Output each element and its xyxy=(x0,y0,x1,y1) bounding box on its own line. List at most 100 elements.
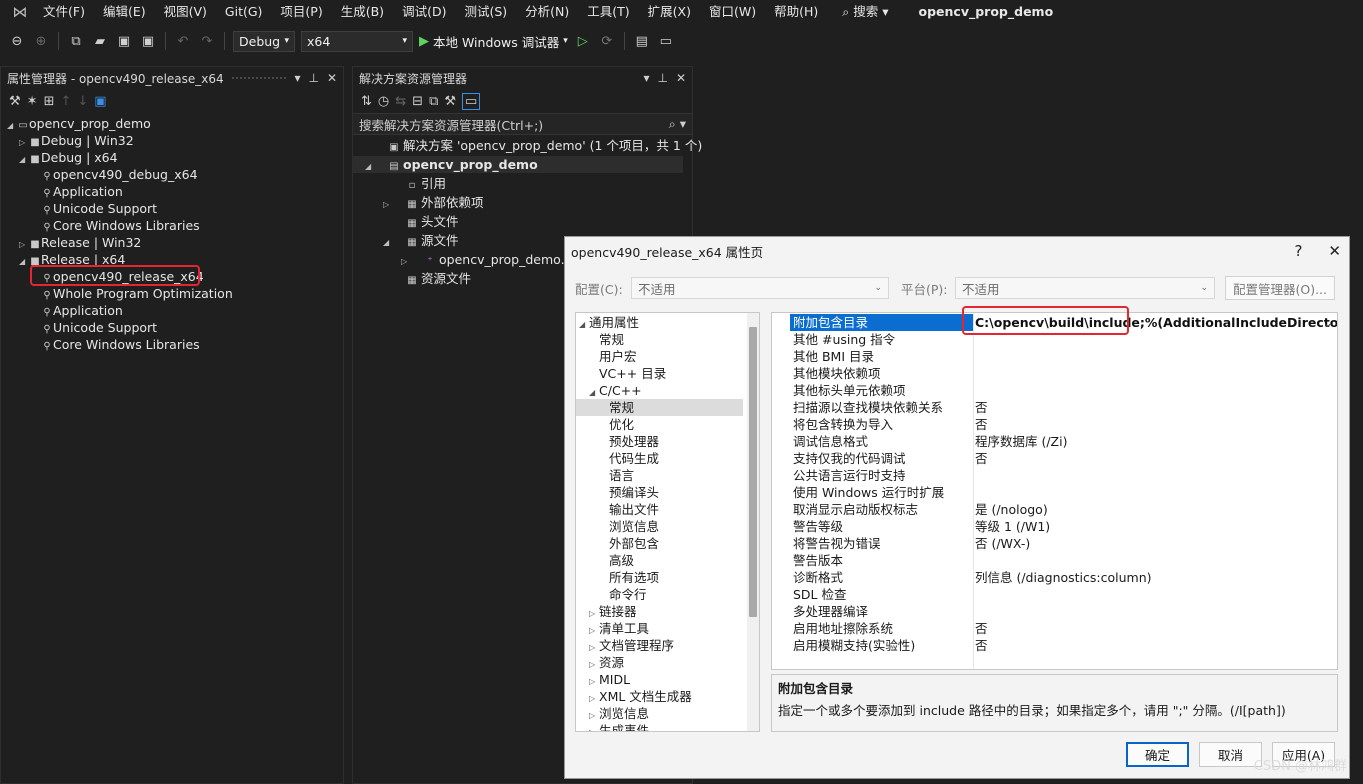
undo-icon[interactable]: ↶ xyxy=(174,32,192,50)
close-icon[interactable]: ✕ xyxy=(676,71,686,85)
hot-reload-icon[interactable]: ⟳ xyxy=(598,32,616,50)
category-item[interactable]: 预编译头 xyxy=(576,484,743,501)
category-item[interactable]: 命令行 xyxy=(576,586,743,603)
solution-tree-item[interactable]: ▷ ▦ 外部依赖项 xyxy=(383,194,484,211)
property-value[interactable]: 是 (/nologo) xyxy=(975,501,1048,518)
add-new-property-sheet-icon[interactable]: ✶ xyxy=(27,94,38,109)
start-without-debugging-icon[interactable]: ▷ xyxy=(574,32,592,50)
tree-item[interactable]: ◢ ■Debug | x64 xyxy=(19,149,118,166)
property-row[interactable]: 支持仅我的代码调试 否 xyxy=(772,450,1337,467)
menu-item[interactable]: Git(G) xyxy=(216,0,272,24)
expander-icon[interactable]: ◢ xyxy=(19,151,29,168)
tree-item[interactable]: ▷ ■Debug | Win32 xyxy=(19,132,134,149)
solution-tree-item[interactable]: ▣ 解决方案 'opencv_prop_demo' (1 个项目，共 1 个) xyxy=(365,137,702,154)
switch-views-icon[interactable]: ⇅ xyxy=(361,94,372,109)
tree-item[interactable]: ⚲ Unicode Support xyxy=(31,319,157,336)
property-row[interactable]: 警告版本 xyxy=(772,552,1337,569)
property-row[interactable]: 启用模糊支持(实验性) 否 xyxy=(772,637,1337,654)
menu-item[interactable]: 测试(S) xyxy=(455,0,516,24)
platform-select[interactable]: 不适用 ⌄ xyxy=(955,277,1215,299)
menu-item[interactable]: 文件(F) xyxy=(34,0,94,24)
save-all-icon[interactable]: ▣ xyxy=(139,32,157,50)
property-row[interactable]: 将警告视为错误 否 (/WX-) xyxy=(772,535,1337,552)
start-debugging-button[interactable]: ▶ 本地 Windows 调试器 ▾ xyxy=(419,32,568,51)
expander-icon[interactable]: ▷ xyxy=(589,724,599,731)
menu-item[interactable]: 窗口(W) xyxy=(700,0,765,24)
menu-item[interactable]: 帮助(H) xyxy=(765,0,827,24)
property-row[interactable]: SDL 检查 xyxy=(772,586,1337,603)
tree-item[interactable]: ⚲ opencv490_debug_x64 xyxy=(31,166,197,183)
tree-item[interactable]: ⚲ Application xyxy=(31,183,123,200)
visual-studio-logo-icon[interactable]: ⋈ xyxy=(6,0,34,24)
chevron-down-icon[interactable]: ⌄ xyxy=(1323,314,1333,331)
expander-icon[interactable]: ◢ xyxy=(383,234,403,251)
category-item[interactable]: 代码生成 xyxy=(576,450,743,467)
move-up-icon[interactable]: ↑ xyxy=(60,94,71,109)
configuration-combo[interactable]: Debug ▾ xyxy=(233,30,295,52)
category-item[interactable]: 外部包含 xyxy=(576,535,743,552)
expander-icon[interactable]: ▷ xyxy=(383,196,403,213)
property-row[interactable]: 调试信息格式 程序数据库 (/Zi) xyxy=(772,433,1337,450)
property-value[interactable]: 否 xyxy=(975,620,988,637)
cancel-button[interactable]: 取消 xyxy=(1199,742,1262,767)
expander-icon[interactable]: ◢ xyxy=(19,253,29,270)
ok-button[interactable]: 确定 xyxy=(1126,742,1189,767)
property-value[interactable]: 否 xyxy=(975,637,988,654)
close-icon[interactable]: ✕ xyxy=(327,71,337,85)
solution-explorer-icon[interactable]: ▤ xyxy=(633,32,651,50)
solution-tree-item[interactable]: ▦ 头文件 xyxy=(383,213,458,230)
property-value[interactable]: 列信息 (/diagnostics:column) xyxy=(975,569,1152,586)
category-item[interactable]: 常规 xyxy=(576,399,743,416)
category-item[interactable]: ▷ 资源 xyxy=(576,654,743,671)
category-item[interactable]: ▷ XML 文档生成器 xyxy=(576,688,743,705)
category-scrollbar[interactable] xyxy=(747,313,759,731)
dropdown-icon[interactable]: ▾ xyxy=(643,71,649,85)
property-value[interactable]: 等级 1 (/W1) xyxy=(975,518,1050,535)
solution-tree-item[interactable]: ▦ 资源文件 xyxy=(383,270,471,287)
property-value[interactable]: 否 xyxy=(975,399,988,416)
close-icon[interactable]: ✕ xyxy=(1328,242,1341,260)
solution-tree-item[interactable]: ◢ ▤ opencv_prop_demo xyxy=(353,156,683,173)
expander-icon[interactable]: ▷ xyxy=(401,253,421,270)
menu-item[interactable]: 工具(T) xyxy=(578,0,638,24)
category-item[interactable]: 用户宏 xyxy=(576,348,743,365)
property-row[interactable]: 其他 BMI 目录 xyxy=(772,348,1337,365)
property-value[interactable]: 程序数据库 (/Zi) xyxy=(975,433,1067,450)
property-row[interactable]: 多处理器编译 xyxy=(772,603,1337,620)
platform-combo[interactable]: x64 ▾ xyxy=(301,30,413,52)
help-button[interactable]: ? xyxy=(1294,242,1302,260)
history-icon[interactable]: ◷ xyxy=(378,94,389,109)
tree-item[interactable]: ◢ ▭opencv_prop_demo xyxy=(7,115,151,132)
solution-tree-item[interactable]: ▷ ⁺ opencv_prop_demo.c xyxy=(401,251,571,268)
category-item[interactable]: 语言 xyxy=(576,467,743,484)
pin-icon[interactable]: ⊥ xyxy=(657,71,667,85)
save-icon[interactable]: ▣ xyxy=(115,32,133,50)
menu-item[interactable]: 扩展(X) xyxy=(639,0,700,24)
dropdown-icon[interactable]: ▾ xyxy=(294,71,300,85)
menu-item[interactable]: 分析(N) xyxy=(516,0,578,24)
property-row[interactable]: 启用地址擦除系统 否 xyxy=(772,620,1337,637)
new-project-icon[interactable]: ⧉ xyxy=(67,32,85,50)
category-item[interactable]: 预处理器 xyxy=(576,433,743,450)
collapse-all-icon[interactable]: ⊟ xyxy=(412,94,423,109)
menu-item[interactable]: 项目(P) xyxy=(271,0,331,24)
menu-item[interactable]: 编辑(E) xyxy=(94,0,155,24)
category-item[interactable]: VC++ 目录 xyxy=(576,365,743,382)
category-item[interactable]: ▷ MIDL xyxy=(576,671,743,688)
solution-search-input[interactable]: 搜索解决方案资源管理器(Ctrl+;) ⌕ ▾ xyxy=(353,113,692,135)
solution-tree-item[interactable]: ▫ 引用 xyxy=(383,175,446,192)
redo-icon[interactable]: ↷ xyxy=(198,32,216,50)
sync-icon[interactable]: ⇆ xyxy=(395,94,406,109)
property-row[interactable]: 其他模块依赖项 xyxy=(772,365,1337,382)
tree-item[interactable]: ⚲ Unicode Support xyxy=(31,200,157,217)
property-row[interactable]: 诊断格式 列信息 (/diagnostics:column) xyxy=(772,569,1337,586)
tree-item[interactable]: ⚲ Application xyxy=(31,302,123,319)
forward-icon[interactable]: ⊕ xyxy=(32,32,50,50)
category-item[interactable]: 所有选项 xyxy=(576,569,743,586)
configuration-manager-button[interactable]: 配置管理器(O)... xyxy=(1225,276,1335,300)
menu-item[interactable]: 视图(V) xyxy=(155,0,216,24)
property-value[interactable]: 否 (/WX-) xyxy=(975,535,1030,552)
property-row[interactable]: 将包含转换为导入 否 xyxy=(772,416,1337,433)
open-folder-icon[interactable]: ▰ xyxy=(91,32,109,50)
configuration-select[interactable]: 不适用 ⌄ xyxy=(631,277,889,299)
